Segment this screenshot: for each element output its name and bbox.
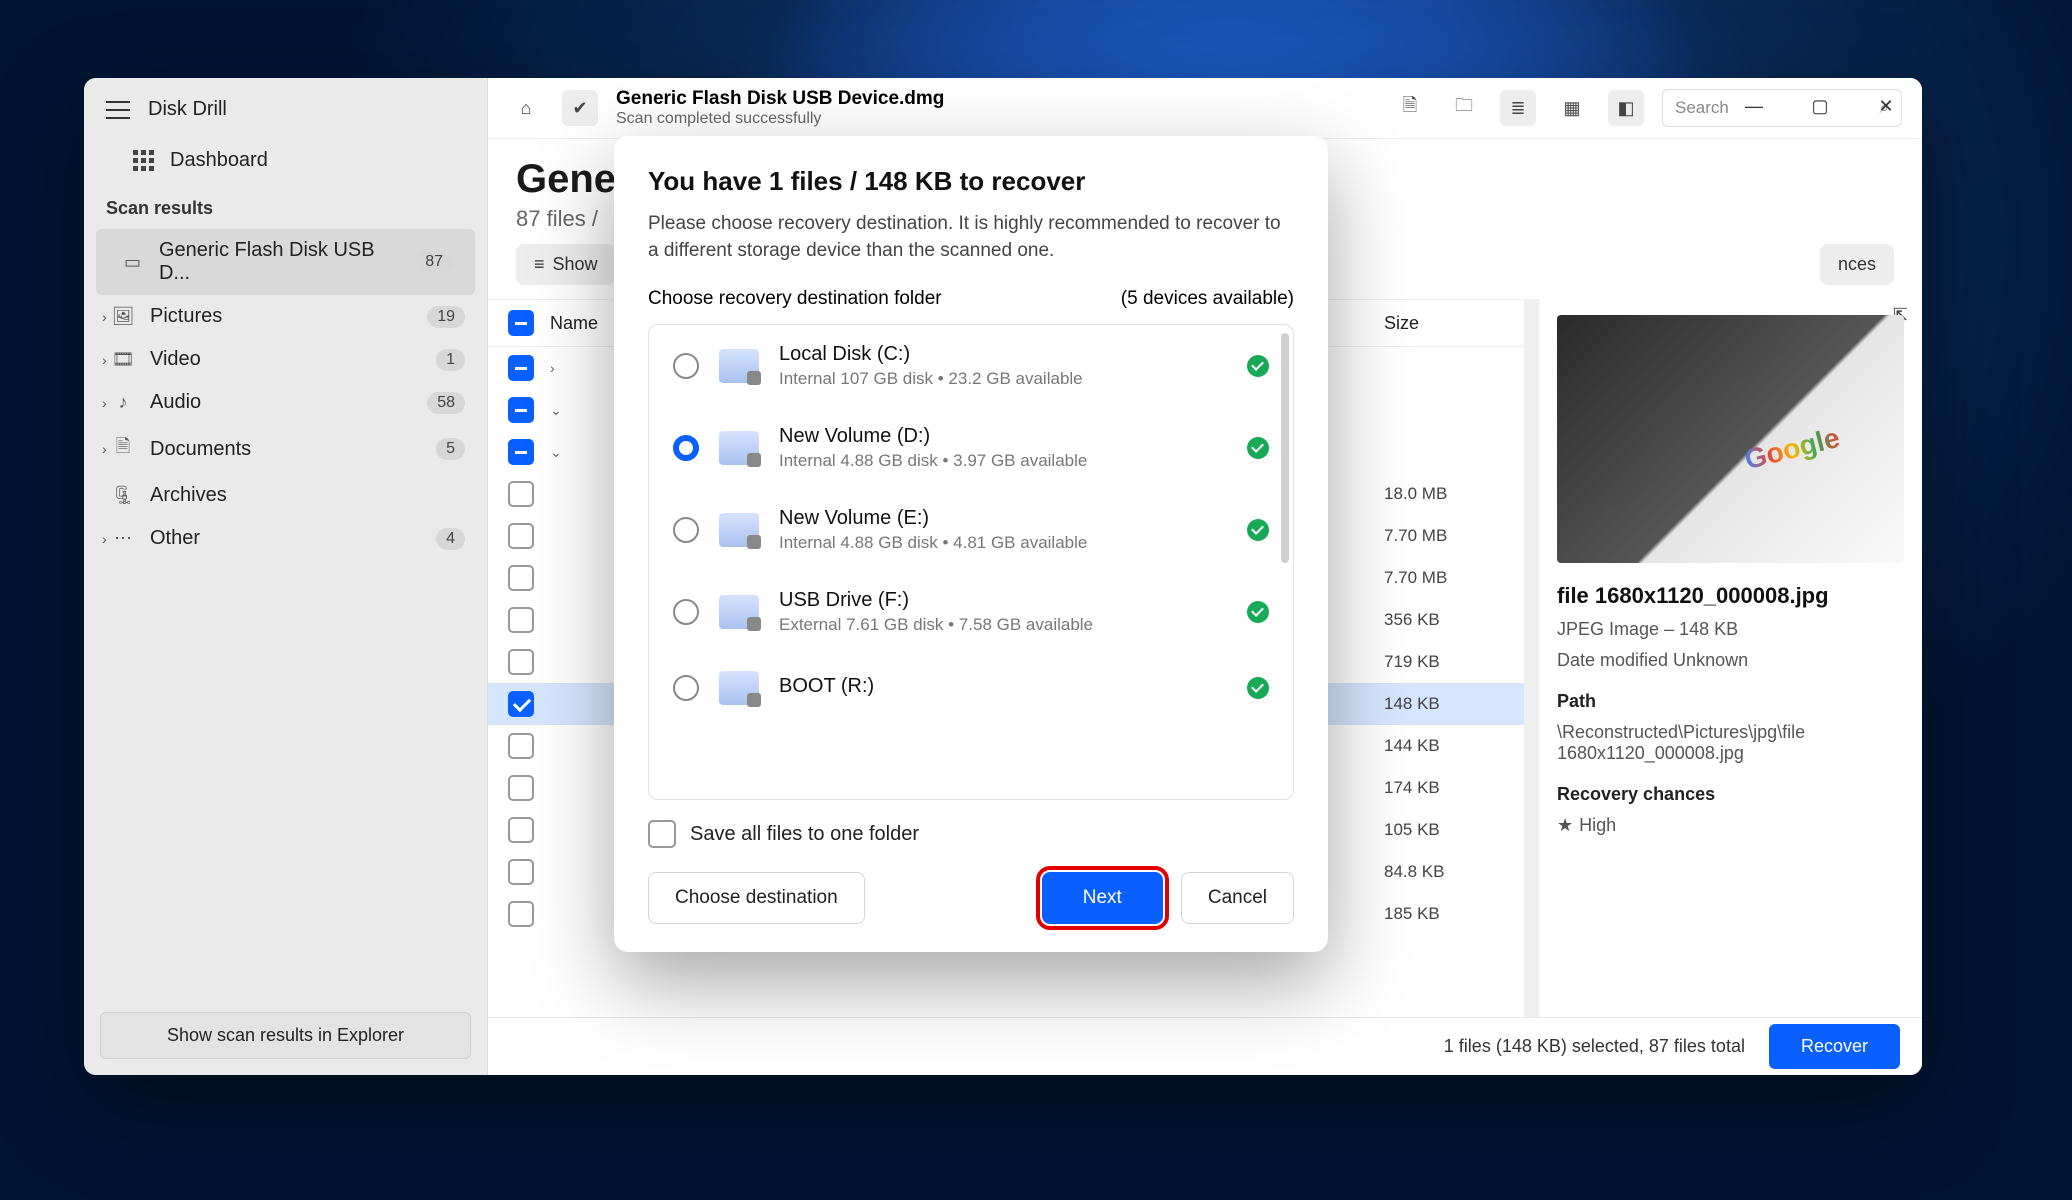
- destination-name: BOOT (R:): [779, 675, 1227, 698]
- destination-scrollbar[interactable]: [1281, 333, 1289, 563]
- destination-radio[interactable]: [673, 435, 699, 461]
- status-ok-icon: [1247, 601, 1269, 623]
- save-to-one-folder[interactable]: Save all files to one folder: [648, 820, 1294, 848]
- destination-radio[interactable]: [673, 599, 699, 625]
- choose-destination-button[interactable]: Choose destination: [648, 872, 865, 924]
- destination-option[interactable]: BOOT (R:): [649, 653, 1293, 723]
- destination-name: Local Disk (C:): [779, 343, 1227, 366]
- destination-detail: Internal 4.88 GB disk • 4.81 GB availabl…: [779, 533, 1227, 553]
- drive-icon: [719, 513, 759, 547]
- drive-icon: [719, 595, 759, 629]
- destination-option[interactable]: New Volume (E:) Internal 4.88 GB disk • 4…: [649, 489, 1293, 571]
- next-button[interactable]: Next: [1042, 872, 1163, 924]
- drive-icon: [719, 671, 759, 705]
- devices-available: (5 devices available): [1121, 288, 1294, 310]
- status-ok-icon: [1247, 355, 1269, 377]
- destination-option[interactable]: New Volume (D:) Internal 4.88 GB disk • 3…: [649, 407, 1293, 489]
- destination-detail: Internal 4.88 GB disk • 3.97 GB availabl…: [779, 451, 1227, 471]
- status-ok-icon: [1247, 677, 1269, 699]
- modal-title: You have 1 files / 148 KB to recover: [648, 166, 1294, 197]
- destination-detail: Internal 107 GB disk • 23.2 GB available: [779, 369, 1227, 389]
- drive-icon: [719, 349, 759, 383]
- choose-destination-label: Choose recovery destination folder: [648, 288, 942, 310]
- cancel-button[interactable]: Cancel: [1181, 872, 1294, 924]
- modal-overlay: You have 1 files / 148 KB to recover Ple…: [0, 0, 2072, 1200]
- destination-list: Local Disk (C:) Internal 107 GB disk • 23…: [648, 324, 1294, 800]
- destination-name: New Volume (E:): [779, 507, 1227, 530]
- destination-detail: External 7.61 GB disk • 7.58 GB availabl…: [779, 615, 1227, 635]
- save-one-checkbox[interactable]: [648, 820, 676, 848]
- highlight-box: Next: [1042, 872, 1163, 924]
- destination-option[interactable]: Local Disk (C:) Internal 107 GB disk • 23…: [649, 325, 1293, 407]
- status-ok-icon: [1247, 519, 1269, 541]
- drive-icon: [719, 431, 759, 465]
- destination-radio[interactable]: [673, 675, 699, 701]
- destination-radio[interactable]: [673, 353, 699, 379]
- destination-option[interactable]: USB Drive (F:) External 7.61 GB disk • 7.…: [649, 571, 1293, 653]
- recover-destination-modal: You have 1 files / 148 KB to recover Ple…: [614, 136, 1328, 952]
- status-ok-icon: [1247, 437, 1269, 459]
- destination-name: New Volume (D:): [779, 425, 1227, 448]
- destination-name: USB Drive (F:): [779, 589, 1227, 612]
- modal-subtitle: Please choose recovery destination. It i…: [648, 211, 1294, 264]
- destination-radio[interactable]: [673, 517, 699, 543]
- save-one-label: Save all files to one folder: [690, 823, 919, 846]
